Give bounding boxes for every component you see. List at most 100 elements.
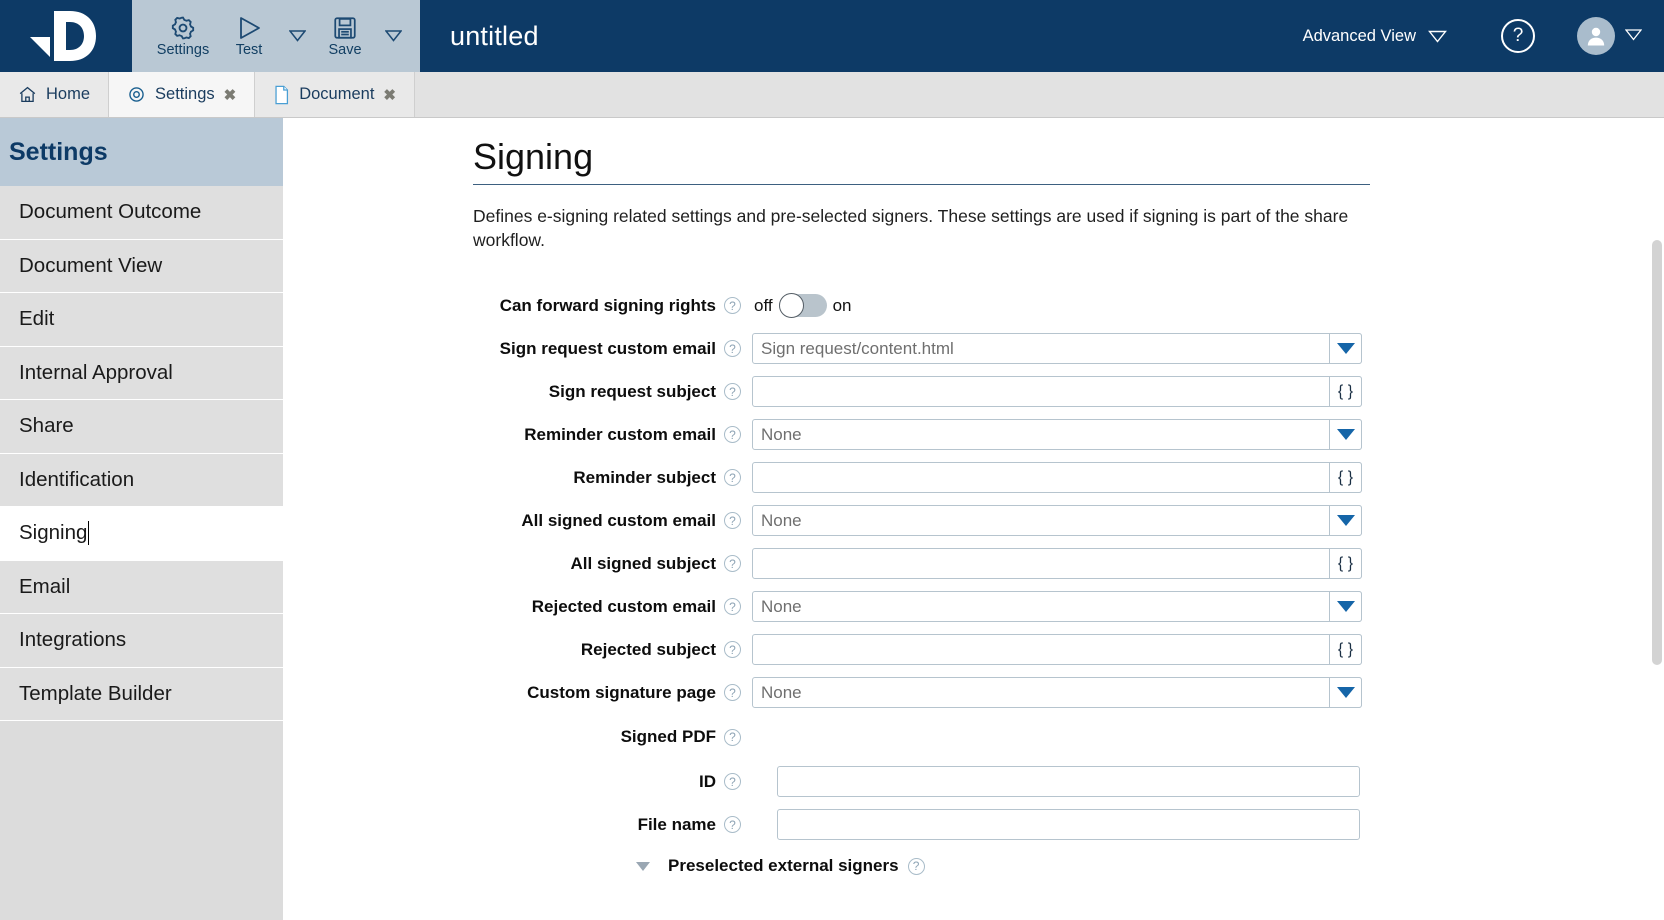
toolbar-test-button[interactable]: Test — [216, 0, 282, 72]
sidebar-item-share[interactable]: Share — [0, 400, 283, 454]
form-row-can-forward-signing-rights: Can forward signing rights ? off on — [473, 284, 1664, 327]
select-all-signed-custom-email[interactable]: None — [752, 505, 1362, 537]
sidebar-item-label: Signing — [19, 521, 88, 545]
help-icon[interactable]: ? — [724, 383, 741, 401]
floppy-disk-icon — [334, 17, 356, 39]
dropdown-arrow-icon[interactable] — [1329, 333, 1362, 365]
sidebar-item-edit[interactable]: Edit — [0, 293, 283, 347]
help-icon[interactable]: ? — [724, 297, 741, 315]
form-row-custom-signature-page: Custom signature page ? None — [473, 671, 1664, 714]
sidebar-item-template-builder[interactable]: Template Builder — [0, 667, 283, 721]
help-icon[interactable]: ? — [724, 469, 741, 487]
token-insert-button[interactable]: { } — [1329, 376, 1362, 408]
chevron-down-icon — [1624, 28, 1643, 41]
sidebar-title: Settings — [0, 118, 283, 186]
toggle-on-label: on — [832, 295, 852, 315]
help-icon[interactable]: ? — [724, 773, 741, 791]
field-label-text: Rejected custom email — [531, 596, 716, 616]
play-icon — [240, 16, 260, 39]
field-label-text: Sign request subject — [548, 381, 716, 401]
toggle-can-forward-signing-rights[interactable]: off on — [754, 293, 852, 319]
chevron-down-icon — [288, 30, 306, 42]
sidebar-item-signing[interactable]: Signing — [0, 507, 283, 561]
toolbar-test-caret-icon[interactable] — [282, 0, 312, 72]
select-reminder-custom-email[interactable]: None — [752, 419, 1362, 451]
toolbar-save-caret-icon[interactable] — [378, 0, 408, 72]
toolbar-save-button[interactable]: Save — [312, 0, 378, 72]
field-control — [777, 809, 1360, 841]
field-control: Sign request/content.html — [752, 333, 1362, 365]
help-icon[interactable]: ? — [724, 728, 741, 746]
chevron-down-icon[interactable] — [636, 861, 650, 871]
document-title[interactable]: untitled — [420, 0, 1303, 72]
token-insert-button[interactable]: { } — [1329, 634, 1362, 666]
toolbar-test-label: Test — [235, 41, 263, 58]
field-control — [777, 766, 1360, 798]
help-icon[interactable]: ? — [724, 816, 741, 834]
select-rejected-custom-email[interactable]: None — [752, 591, 1362, 623]
help-button[interactable]: ? — [1501, 19, 1535, 53]
field-label-text: All signed custom email — [521, 510, 716, 530]
toolbar-settings-button[interactable]: Settings — [150, 0, 216, 72]
help-icon[interactable]: ? — [907, 857, 925, 875]
input-all-signed-subject[interactable] — [752, 548, 1362, 580]
gear-icon — [171, 16, 195, 40]
select-custom-signature-page[interactable]: None — [752, 677, 1362, 709]
token-insert-button[interactable]: { } — [1329, 548, 1362, 580]
field-label: Sign request subject ? — [473, 382, 750, 402]
sidebar-item-label: Edit — [19, 307, 55, 331]
chevron-down-icon — [384, 30, 402, 42]
input-sign-request-subject[interactable] — [752, 376, 1362, 408]
avatar[interactable] — [1577, 17, 1615, 55]
input-rejected-subject[interactable] — [752, 634, 1362, 666]
form-row-signed-pdf-id: ID ? — [473, 760, 1664, 803]
sidebar-item-internal-approval[interactable]: Internal Approval — [0, 346, 283, 400]
tab-document-close-icon[interactable]: ✖ — [383, 86, 396, 104]
tab-settings[interactable]: Settings ✖ — [109, 72, 256, 117]
advanced-view-dropdown[interactable]: Advanced View — [1303, 27, 1447, 46]
vertical-scrollbar[interactable] — [1652, 240, 1662, 665]
sidebar-item-email[interactable]: Email — [0, 560, 283, 614]
dropdown-arrow-icon[interactable] — [1329, 419, 1362, 451]
sidebar-item-document-view[interactable]: Document View — [0, 239, 283, 293]
sidebar-item-document-outcome[interactable]: Document Outcome — [0, 186, 283, 240]
form-row-rejected-subject: Rejected subject ? { } — [473, 628, 1664, 671]
dropdown-arrow-icon[interactable] — [1329, 591, 1362, 623]
sidebar-item-label: Identification — [19, 467, 135, 491]
page-description: Defines e-signing related settings and p… — [473, 206, 1349, 251]
input-reminder-subject[interactable] — [752, 462, 1362, 494]
field-control: { } — [752, 548, 1362, 580]
help-icon[interactable]: ? — [724, 512, 741, 530]
tab-home[interactable]: Home — [0, 72, 110, 117]
help-icon[interactable]: ? — [724, 598, 741, 616]
tab-settings-label: Settings — [155, 85, 215, 103]
user-menu-caret-icon[interactable] — [1624, 28, 1643, 45]
tab-settings-close-icon[interactable]: ✖ — [224, 86, 237, 104]
field-label-text: Custom signature page — [527, 682, 716, 702]
sidebar-item-integrations[interactable]: Integrations — [0, 614, 283, 668]
help-icon[interactable]: ? — [724, 340, 741, 358]
select-sign-request-custom-email[interactable]: Sign request/content.html — [752, 333, 1362, 365]
field-label: Custom signature page ? — [473, 683, 750, 703]
dropdown-arrow-icon[interactable] — [1329, 505, 1362, 537]
home-icon — [19, 86, 36, 103]
toggle-switch[interactable] — [778, 293, 827, 319]
token-insert-button[interactable]: { } — [1329, 462, 1362, 494]
input-signed-pdf-file-name[interactable] — [777, 809, 1360, 841]
section-preselected-external-signers[interactable]: Preselected external signers ? — [473, 846, 1664, 886]
help-icon[interactable]: ? — [724, 426, 741, 444]
app-logo[interactable] — [0, 0, 132, 72]
input-signed-pdf-id[interactable] — [777, 766, 1360, 798]
field-label-text: All signed subject — [570, 553, 716, 573]
user-icon — [1587, 27, 1605, 46]
help-icon[interactable]: ? — [724, 641, 741, 659]
help-label: ? — [1512, 25, 1524, 46]
help-icon[interactable]: ? — [724, 555, 741, 573]
field-control: { } — [752, 634, 1362, 666]
sidebar-item-identification[interactable]: Identification — [0, 453, 283, 507]
sidebar-item-label: Share — [19, 414, 74, 438]
help-icon[interactable]: ? — [724, 684, 741, 702]
tab-document[interactable]: Document ✖ — [255, 72, 415, 117]
dropdown-arrow-icon[interactable] — [1329, 677, 1362, 709]
field-label: File name ? — [473, 815, 750, 835]
